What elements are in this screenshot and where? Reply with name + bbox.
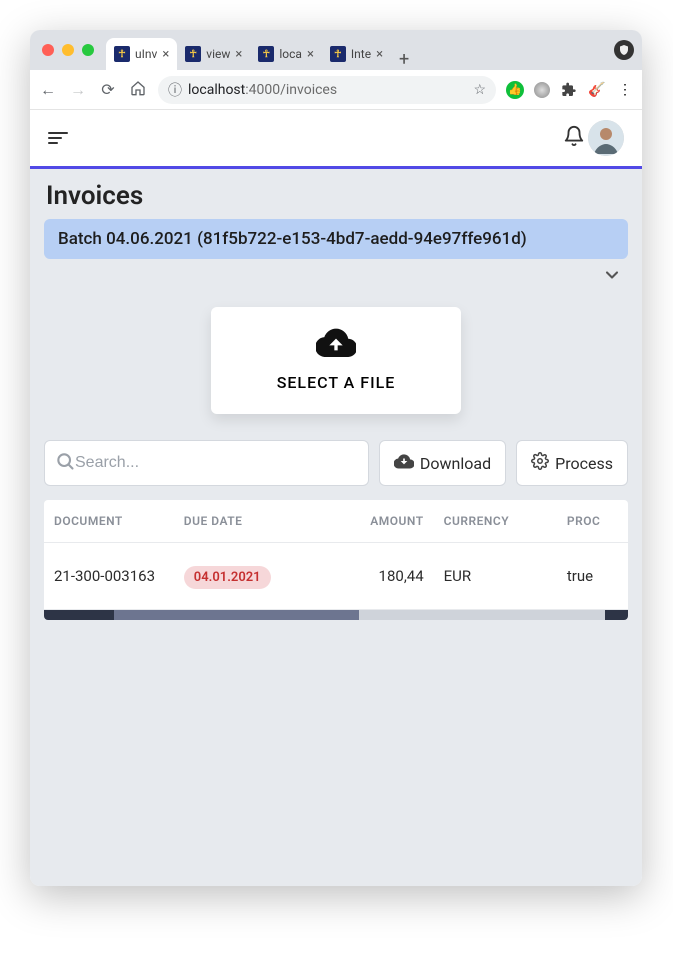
url-path: /invoices — [280, 82, 337, 98]
close-tab-icon[interactable]: × — [162, 47, 169, 62]
maximize-window-button[interactable] — [82, 44, 94, 56]
avatar[interactable] — [588, 120, 624, 156]
col-due[interactable]: DUE DATE — [174, 500, 328, 543]
app-topbar — [30, 110, 642, 166]
menu-button[interactable] — [48, 132, 68, 144]
page-title: Invoices — [46, 181, 628, 211]
due-date-badge: 04.01.2021 — [184, 566, 271, 589]
tab-title: Inte — [351, 47, 371, 61]
col-document[interactable]: DOCUMENT — [44, 500, 174, 543]
incognito-icon[interactable] — [614, 40, 634, 60]
favicon-icon: ☥ — [330, 46, 346, 62]
cell-currency: EUR — [434, 543, 557, 610]
tabs-strip: ☥ uInv × ☥ view × ☥ loca × ☥ Inte × + — [106, 30, 608, 70]
col-currency[interactable]: CURRENCY — [434, 500, 557, 543]
extension-adblock-icon[interactable]: 👍 — [506, 81, 524, 99]
reload-button[interactable]: ⟳ — [98, 80, 118, 99]
horizontal-scrollbar[interactable] — [44, 610, 628, 620]
notifications-button[interactable] — [560, 125, 588, 151]
back-button[interactable]: ← — [38, 80, 58, 100]
extensions-area: 👍 🎸 ⋮ — [506, 81, 634, 99]
download-label: Download — [420, 454, 491, 473]
browser-tabbar: ☥ uInv × ☥ view × ☥ loca × ☥ Inte × + — [30, 30, 642, 70]
browser-tab-3[interactable]: ☥ Inte × — [322, 38, 391, 70]
col-amount[interactable]: AMOUNT — [328, 500, 434, 543]
col-processed[interactable]: PROC — [557, 500, 628, 543]
favicon-icon: ☥ — [114, 46, 130, 62]
browser-menu-icon[interactable]: ⋮ — [616, 81, 634, 99]
cloud-upload-icon — [316, 327, 356, 361]
cloud-download-icon — [394, 453, 414, 473]
browser-tab-2[interactable]: ☥ loca × — [250, 38, 322, 70]
extension-grey-icon[interactable] — [534, 82, 550, 98]
home-button[interactable] — [128, 80, 148, 100]
search-icon — [55, 451, 75, 475]
extensions-puzzle-icon[interactable] — [560, 81, 578, 99]
app-root: Invoices Batch 04.06.2021 (81f5b722-e153… — [30, 110, 642, 886]
browser-address-bar: ← → ⟳ ⓘ localhost:4000/invoices ☆ 👍 🎸 ⋮ — [30, 70, 642, 110]
close-tab-icon[interactable]: × — [376, 47, 383, 62]
window-controls — [38, 44, 100, 56]
url-input[interactable]: ⓘ localhost:4000/invoices ☆ — [158, 76, 496, 104]
tab-title: loca — [279, 47, 302, 61]
gear-icon — [531, 452, 549, 474]
close-window-button[interactable] — [42, 44, 54, 56]
file-upload-dropzone[interactable]: SELECT A FILE — [211, 307, 461, 414]
search-input[interactable] — [75, 454, 358, 472]
minimize-window-button[interactable] — [62, 44, 74, 56]
browser-tab-0[interactable]: ☥ uInv × — [106, 38, 177, 70]
favicon-icon: ☥ — [185, 46, 201, 62]
tab-title: uInv — [135, 47, 157, 61]
url-host: localhost — [188, 82, 245, 98]
controls-row: Download Process — [44, 440, 628, 486]
download-button[interactable]: Download — [379, 440, 506, 486]
table-header-row: DOCUMENT DUE DATE AMOUNT CURRENCY PROC — [44, 500, 628, 543]
bookmark-icon[interactable]: ☆ — [473, 82, 486, 98]
browser-window: ☥ uInv × ☥ view × ☥ loca × ☥ Inte × + — [30, 30, 642, 886]
extension-guitar-icon[interactable]: 🎸 — [588, 81, 606, 99]
cell-document: 21-300-003163 — [44, 543, 174, 610]
cell-processed: true — [557, 543, 628, 610]
search-box[interactable] — [44, 440, 369, 486]
tab-title: view — [206, 47, 230, 61]
favicon-icon: ☥ — [258, 46, 274, 62]
browser-tab-1[interactable]: ☥ view × — [177, 38, 250, 70]
close-tab-icon[interactable]: × — [307, 47, 314, 62]
forward-button: → — [68, 80, 88, 100]
cell-amount: 180,44 — [328, 543, 434, 610]
table-row[interactable]: 21-300-003163 04.01.2021 180,44 EUR true — [44, 543, 628, 610]
batch-banner[interactable]: Batch 04.06.2021 (81f5b722-e153-4bd7-aed… — [44, 219, 628, 259]
invoices-table: DOCUMENT DUE DATE AMOUNT CURRENCY PROC 2… — [44, 500, 628, 620]
site-info-icon[interactable]: ⓘ — [168, 80, 182, 100]
page-content: Invoices Batch 04.06.2021 (81f5b722-e153… — [30, 169, 642, 886]
upload-label: SELECT A FILE — [277, 373, 396, 392]
new-tab-button[interactable]: + — [391, 49, 417, 70]
url-port: :4000 — [245, 82, 280, 98]
process-button[interactable]: Process — [516, 440, 628, 486]
process-label: Process — [555, 454, 613, 473]
collapse-toggle[interactable] — [602, 265, 622, 289]
close-tab-icon[interactable]: × — [235, 47, 242, 62]
cell-due: 04.01.2021 — [174, 543, 328, 610]
